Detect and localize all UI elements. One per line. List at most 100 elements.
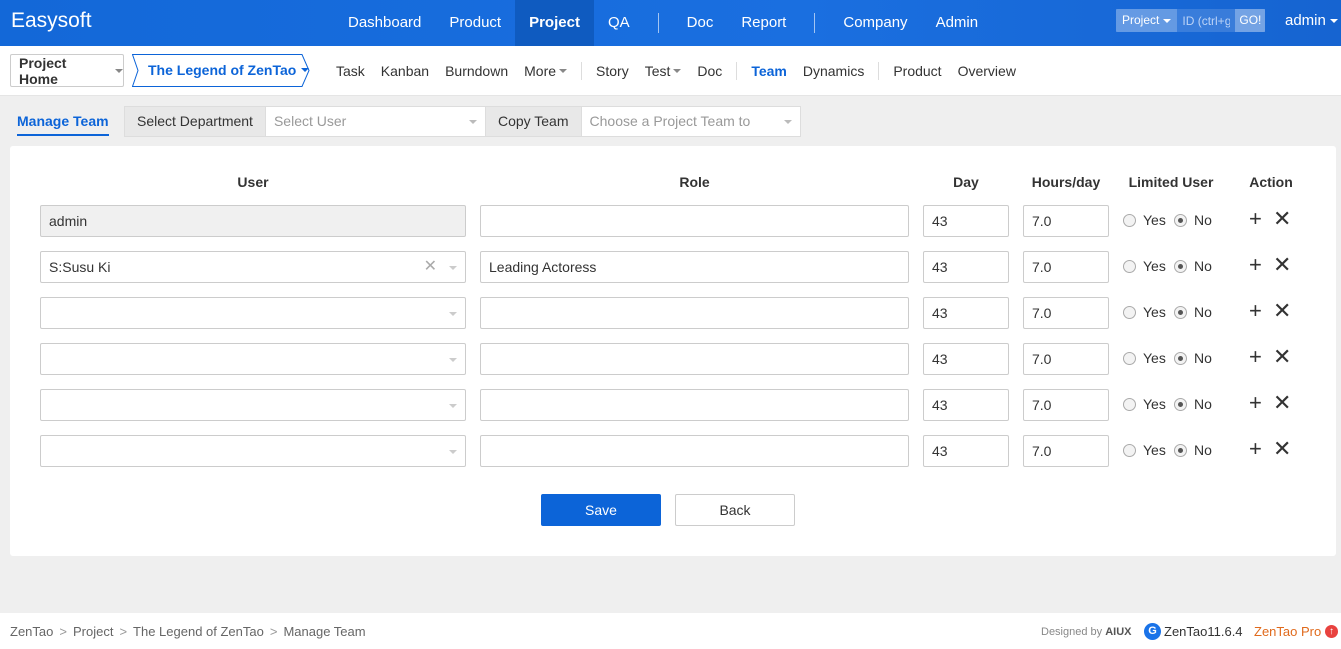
day-input[interactable]: 43 — [923, 297, 1009, 329]
limited-no-radio[interactable] — [1174, 398, 1187, 411]
copy-team-label: Copy Team — [484, 107, 582, 136]
limited-yes-radio[interactable] — [1123, 398, 1136, 411]
limited-yes-radio[interactable] — [1123, 444, 1136, 457]
day-input[interactable]: 43 — [923, 435, 1009, 467]
project-selector[interactable]: The Legend of ZenTao — [132, 54, 310, 87]
limited-no-radio[interactable] — [1174, 444, 1187, 457]
add-row-icon[interactable]: + — [1249, 299, 1262, 323]
add-row-icon[interactable]: + — [1249, 345, 1262, 369]
zentao-pro-link[interactable]: ZenTao Pro — [1254, 624, 1321, 639]
breadcrumb-project-name[interactable]: The Legend of ZenTao — [133, 624, 264, 639]
user-select[interactable] — [40, 297, 466, 329]
nav-project[interactable]: Project — [515, 0, 594, 46]
hours-input[interactable]: 7.0 — [1023, 205, 1109, 237]
subnav-task[interactable]: Task — [328, 63, 373, 79]
nav-admin[interactable]: Admin — [922, 0, 993, 46]
breadcrumb-current: Manage Team — [283, 624, 366, 639]
delete-row-icon[interactable]: ✕ — [1273, 345, 1291, 369]
limited-yes-radio[interactable] — [1123, 306, 1136, 319]
delete-row-icon[interactable]: ✕ — [1273, 437, 1291, 461]
add-row-icon[interactable]: + — [1249, 391, 1262, 415]
nav-product[interactable]: Product — [435, 0, 515, 46]
chevron-down-icon — [559, 69, 568, 73]
role-input[interactable] — [480, 343, 909, 375]
user-select[interactable]: S:Susu Ki ✕ — [40, 251, 466, 283]
search-type-dropdown[interactable]: Project — [1116, 9, 1178, 32]
add-row-icon[interactable]: + — [1249, 207, 1262, 231]
select-department-button[interactable]: Select Department — [125, 107, 266, 136]
limited-yes-radio[interactable] — [1123, 352, 1136, 365]
save-button[interactable]: Save — [541, 494, 661, 526]
limited-no-label: No — [1194, 396, 1212, 412]
back-button[interactable]: Back — [675, 494, 795, 526]
breadcrumb-project[interactable]: Project — [73, 624, 113, 639]
nav-dashboard[interactable]: Dashboard — [334, 0, 435, 46]
zentao-version-link[interactable]: ZenTao11.6.4 — [1164, 624, 1243, 639]
hours-input[interactable]: 7.0 — [1023, 343, 1109, 375]
add-row-icon[interactable]: + — [1249, 437, 1262, 461]
role-input[interactable]: Leading Actoress — [480, 251, 909, 283]
upgrade-icon[interactable]: ↑ — [1325, 625, 1338, 638]
role-input[interactable] — [480, 297, 909, 329]
clear-icon[interactable]: ✕ — [424, 252, 437, 282]
hours-input[interactable]: 7.0 — [1023, 435, 1109, 467]
hours-input[interactable]: 7.0 — [1023, 389, 1109, 421]
subnav-team[interactable]: Team — [743, 63, 795, 79]
chevron-down-icon — [449, 404, 457, 408]
team-row: 43 7.0 Yes No + ✕ — [10, 343, 1336, 375]
brand-logo[interactable]: Easysoft — [11, 9, 92, 33]
user-select[interactable] — [40, 343, 466, 375]
add-row-icon[interactable]: + — [1249, 253, 1262, 277]
search-go-button[interactable]: GO! — [1235, 9, 1266, 32]
team-row: 43 7.0 Yes No + ✕ — [10, 389, 1336, 421]
team-row: 43 7.0 Yes No + ✕ — [10, 435, 1336, 467]
subnav-dynamics[interactable]: Dynamics — [795, 63, 872, 79]
delete-row-icon[interactable]: ✕ — [1273, 391, 1291, 415]
limited-yes-radio[interactable] — [1123, 260, 1136, 273]
tab-manage-team[interactable]: Manage Team — [17, 113, 109, 136]
limited-no-radio[interactable] — [1174, 214, 1187, 227]
role-input[interactable] — [480, 389, 909, 421]
subnav-story[interactable]: Story — [588, 63, 637, 79]
day-input[interactable]: 43 — [923, 205, 1009, 237]
select-user-dropdown[interactable]: Select User — [266, 107, 485, 136]
hours-input[interactable]: 7.0 — [1023, 251, 1109, 283]
nav-qa[interactable]: QA — [594, 0, 644, 46]
copy-team-dropdown[interactable]: Choose a Project Team to — [582, 107, 800, 136]
delete-row-icon[interactable]: ✕ — [1273, 299, 1291, 323]
subnav-overview[interactable]: Overview — [950, 63, 1024, 79]
day-input[interactable]: 43 — [923, 343, 1009, 375]
limited-no-radio[interactable] — [1174, 260, 1187, 273]
limited-no-radio[interactable] — [1174, 306, 1187, 319]
chevron-down-icon — [449, 266, 457, 270]
nav-doc[interactable]: Doc — [673, 0, 728, 46]
nav-company[interactable]: Company — [829, 0, 921, 46]
subnav-kanban[interactable]: Kanban — [373, 63, 437, 79]
chevron-down-icon — [673, 69, 682, 73]
subnav-more[interactable]: More — [516, 63, 575, 79]
subnav-divider — [736, 62, 738, 80]
hours-input[interactable]: 7.0 — [1023, 297, 1109, 329]
subnav-doc[interactable]: Doc — [689, 63, 730, 79]
subnav-test[interactable]: Test — [637, 63, 690, 79]
project-home-dropdown[interactable]: Project Home — [10, 54, 124, 87]
day-input[interactable]: 43 — [923, 251, 1009, 283]
user-select[interactable] — [40, 435, 466, 467]
limited-no-radio[interactable] — [1174, 352, 1187, 365]
role-input[interactable] — [480, 205, 909, 237]
search-input[interactable] — [1177, 9, 1236, 32]
user-select[interactable] — [40, 389, 466, 421]
subnav-burndown[interactable]: Burndown — [437, 63, 516, 79]
delete-row-icon[interactable]: ✕ — [1273, 253, 1291, 277]
subnav-product[interactable]: Product — [885, 63, 949, 79]
subnav-test-label: Test — [644, 63, 671, 79]
breadcrumb-zentao[interactable]: ZenTao — [10, 624, 53, 639]
delete-row-icon[interactable]: ✕ — [1273, 207, 1291, 231]
nav-report[interactable]: Report — [727, 0, 800, 46]
user-menu[interactable]: admin — [1285, 12, 1338, 29]
limited-yes-radio[interactable] — [1123, 214, 1136, 227]
role-input[interactable] — [480, 435, 909, 467]
day-input[interactable]: 43 — [923, 389, 1009, 421]
chevron-down-icon — [301, 68, 310, 72]
project-selector-label: The Legend of ZenTao — [148, 62, 310, 78]
